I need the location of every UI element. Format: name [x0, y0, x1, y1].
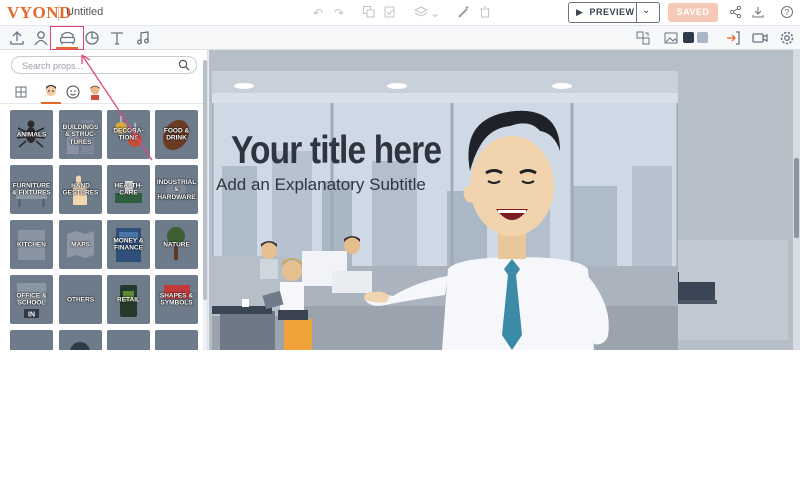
chevron-down-icon[interactable]: ⌄: [642, 5, 650, 16]
category-tile-money-finance[interactable]: MONEY & FINANCE: [107, 220, 150, 269]
tile-label: SHAPES & SYMBOLS: [159, 292, 194, 307]
category-tile-others[interactable]: OTHERS: [59, 275, 102, 324]
category-tile-healthcare[interactable]: HEALTH-CARE: [107, 165, 150, 214]
help-icon[interactable]: ?: [779, 5, 795, 21]
tile-label: MONEY & FINANCE: [113, 237, 144, 252]
active-tab-indicator: [41, 102, 61, 104]
category-tile-office-school[interactable]: IN OFFICE & SCHOOL: [10, 275, 53, 324]
upload-icon[interactable]: [8, 29, 26, 47]
category-tile-nature[interactable]: NATURE: [155, 220, 198, 269]
settings-icon[interactable]: [778, 29, 796, 47]
category-tile[interactable]: [155, 330, 198, 350]
character-icon[interactable]: [32, 29, 50, 47]
scene-subtitle-text[interactable]: Add an Explanatory Subtitle: [216, 175, 426, 195]
search-box: [11, 56, 197, 74]
magic-wand-icon[interactable]: [456, 5, 472, 21]
tile-label: DECORA-TIONS: [113, 127, 144, 142]
enter-icon[interactable]: [724, 29, 742, 47]
tile-label: FOOD & DRINK: [163, 127, 190, 142]
redo-icon[interactable]: ↷: [331, 5, 347, 21]
tile-label: RETAIL: [117, 295, 140, 303]
category-tile-food-drink[interactable]: FOOD & DRINK: [155, 110, 198, 159]
preview-label: ▶ PREVIEW: [576, 7, 635, 17]
props-scrollbar[interactable]: [203, 60, 207, 300]
props-panel: ANIMALS BUILDINGS & STRUC-TURES DECORA-T…: [0, 50, 208, 350]
tile-label: OFFICE & SCHOOL: [16, 292, 47, 307]
paste-icon[interactable]: [382, 5, 398, 21]
tile-label: NATURE: [163, 240, 190, 248]
color-swatch-dark[interactable]: [683, 32, 694, 43]
tile-label: ANIMALS: [16, 130, 47, 138]
tile-label: INDUSTRIAL & HARDWARE: [156, 178, 197, 201]
category-tile[interactable]: [10, 330, 53, 350]
category-tile-industrial-hardware[interactable]: INDUSTRIAL & HARDWARE: [155, 165, 198, 214]
color-swatch-light[interactable]: [697, 32, 708, 43]
category-tabs: [0, 80, 207, 104]
undo-icon[interactable]: ↶: [310, 5, 326, 21]
scene-canvas[interactable]: Your title here Add an Explanatory Subti…: [212, 71, 678, 350]
preview-button[interactable]: ▶ PREVIEW ⌄: [568, 2, 660, 23]
chevron-down-icon[interactable]: ⌄: [427, 5, 443, 21]
asset-toolbar: [0, 26, 800, 50]
tab-contemporary-style-icon[interactable]: [42, 83, 60, 101]
category-tile-decorations[interactable]: DECORA-TIONS: [107, 110, 150, 159]
svg-text:?: ?: [785, 8, 790, 17]
text-icon[interactable]: [108, 29, 126, 47]
tile-label: HEALTH-CARE: [114, 182, 143, 197]
search-icon[interactable]: [178, 59, 190, 71]
vyond-editor: VYOND Untitled ↶ ↷ ⌄ ▶ PREVIEW ⌄ SAVED ?…: [0, 0, 800, 350]
tile-label: OTHERS: [66, 295, 95, 303]
scene-background: [212, 71, 678, 350]
category-tile-buildings-structures[interactable]: BUILDINGS & STRUC-TURES: [59, 110, 102, 159]
active-tool-indicator: [56, 47, 78, 49]
vyond-logo[interactable]: VYOND: [7, 3, 72, 23]
saved-button[interactable]: SAVED: [668, 3, 718, 22]
category-tile-animals[interactable]: ANIMALS: [10, 110, 53, 159]
category-tile-shapes-symbols[interactable]: SHAPES & SYMBOLS: [155, 275, 198, 324]
tile-label: KITCHEN: [17, 240, 46, 248]
image-icon[interactable]: [662, 29, 680, 47]
tile-label: BUILDINGS & STRUC-TURES: [62, 123, 99, 146]
tab-whiteboard-style-icon[interactable]: [64, 83, 82, 101]
tab-all-icon[interactable]: [12, 83, 30, 101]
chart-icon[interactable]: [83, 29, 101, 47]
document-title[interactable]: Untitled: [66, 6, 103, 18]
top-bar: VYOND Untitled ↶ ↷ ⌄ ▶ PREVIEW ⌄ SAVED ?: [0, 0, 800, 26]
tab-business-style-icon[interactable]: [86, 83, 104, 101]
tile-label: HAND GESTURES: [62, 182, 99, 197]
category-tile[interactable]: [107, 330, 150, 350]
category-tile-furniture-fixtures[interactable]: FURNITURE & FIXTURES: [10, 165, 53, 214]
tile-label: MAPS: [71, 240, 90, 248]
props-icon: [59, 31, 76, 45]
category-tile-retail[interactable]: RETAIL: [107, 275, 150, 324]
scene-title-text[interactable]: Your title here: [231, 129, 442, 173]
video-icon[interactable]: [751, 29, 769, 47]
category-tile[interactable]: [59, 330, 102, 350]
music-icon[interactable]: [134, 29, 152, 47]
swap-icon[interactable]: [634, 29, 652, 47]
svg-text:IN: IN: [28, 312, 35, 319]
category-tile-maps[interactable]: MAPS: [59, 220, 102, 269]
search-input[interactable]: [22, 59, 172, 72]
tile-label: FURNITURE & FIXTURES: [12, 182, 51, 197]
share-icon[interactable]: [728, 5, 744, 21]
trash-icon[interactable]: [477, 5, 493, 21]
download-icon[interactable]: [750, 5, 766, 21]
copy-icon[interactable]: [361, 5, 377, 21]
logo-text: VYOND: [7, 3, 72, 22]
category-tile-kitchen[interactable]: KITCHEN: [10, 220, 53, 269]
category-tile-hand-gestures[interactable]: HAND GESTURES: [59, 165, 102, 214]
